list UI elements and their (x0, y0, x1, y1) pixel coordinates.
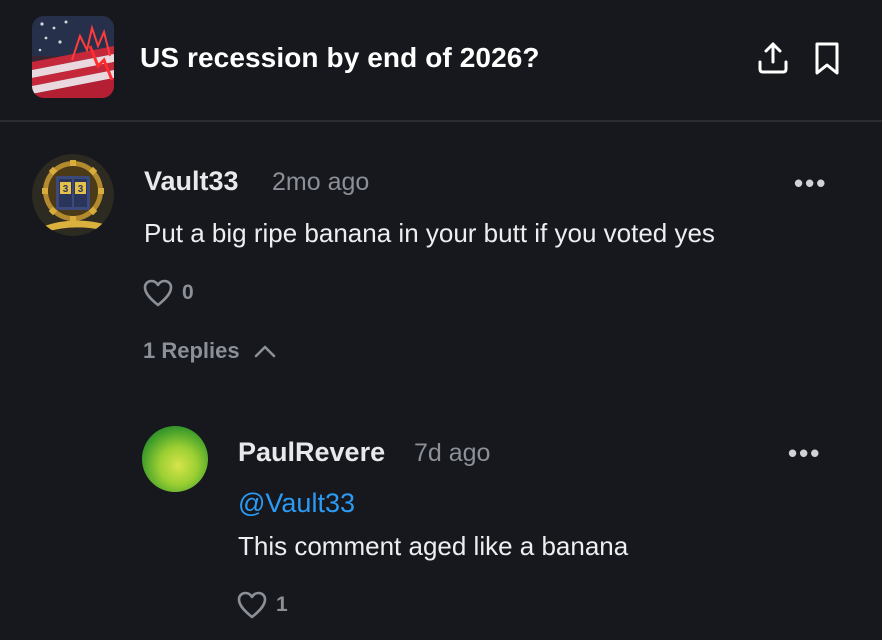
comment-username[interactable]: Vault33 (144, 166, 239, 197)
market-title: US recession by end of 2026? (140, 42, 540, 73)
market-header: US recession by end of 2026? (0, 0, 882, 122)
avatar[interactable]: 3 3 (32, 154, 114, 236)
vault-door-avatar-image: 3 3 (32, 154, 114, 236)
comment-text: Put a big ripe banana in your butt if yo… (144, 218, 715, 248)
reply-text: This comment aged like a banana (238, 531, 629, 561)
like-count: 0 (182, 281, 194, 304)
avatar[interactable] (142, 426, 208, 492)
heart-icon (143, 279, 173, 307)
svg-text:3: 3 (78, 184, 84, 195)
comment-timestamp: 2mo ago (272, 168, 370, 196)
reply-username[interactable]: PaulRevere (238, 437, 385, 468)
heart-icon (237, 591, 267, 619)
market-thumbnail[interactable] (32, 16, 114, 98)
chevron-up-icon (254, 345, 275, 358)
bookmark-icon[interactable] (810, 40, 844, 76)
svg-text:3: 3 (63, 184, 69, 195)
reply-more-button[interactable]: ••• (788, 438, 821, 469)
us-flag-chart-image (32, 16, 114, 98)
replies-label: 1 Replies (143, 338, 240, 363)
share-icon[interactable] (756, 40, 790, 76)
like-count: 1 (276, 593, 288, 616)
comments-screen: US recession by end of 2026? 3 3 Vault33… (0, 0, 882, 640)
comment-more-button[interactable]: ••• (794, 168, 827, 199)
reply-timestamp: 7d ago (414, 439, 491, 467)
replies-toggle[interactable]: 1 Replies (143, 338, 276, 364)
comment-like-button[interactable]: 0 (142, 278, 194, 308)
reply-like-button[interactable]: 1 (236, 590, 288, 620)
reply-mention-link[interactable]: @Vault33 (238, 488, 355, 519)
